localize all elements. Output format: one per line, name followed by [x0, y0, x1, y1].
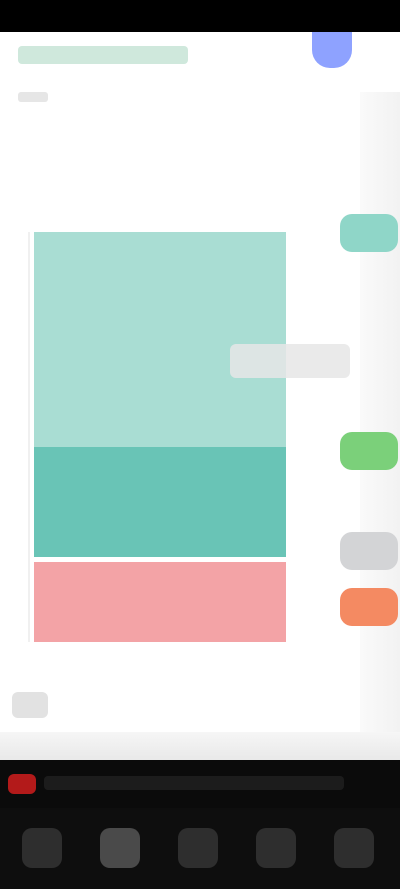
- status-bar: [0, 0, 400, 32]
- stacked-bar-chart: [34, 232, 286, 642]
- app-surface: [0, 32, 400, 760]
- chart-segment-pink[interactable]: [34, 562, 286, 642]
- bottom-left-badge[interactable]: [12, 692, 48, 718]
- chart-segment-teal[interactable]: [34, 447, 286, 557]
- legend-chip-green[interactable]: [340, 432, 398, 470]
- toolbar: [0, 760, 400, 808]
- chart-tooltip: [230, 344, 350, 378]
- nav-item-4-icon[interactable]: [256, 828, 296, 868]
- nav-item-2-icon[interactable]: [100, 828, 140, 868]
- content-footer: [0, 732, 400, 760]
- legend-chip-teal[interactable]: [340, 214, 398, 252]
- right-panel: [360, 92, 400, 752]
- chart-segment-light-teal[interactable]: [34, 232, 286, 447]
- nav-item-1-icon[interactable]: [22, 828, 62, 868]
- nav-item-3-icon[interactable]: [178, 828, 218, 868]
- bottom-nav: [0, 808, 400, 889]
- page-subtitle: [18, 92, 48, 102]
- top-action-button[interactable]: [312, 32, 352, 68]
- record-icon[interactable]: [8, 774, 36, 794]
- legend-chip-gray[interactable]: [340, 532, 398, 570]
- page-title: [18, 46, 188, 64]
- chart-axis: [28, 232, 30, 642]
- nav-item-5-icon[interactable]: [334, 828, 374, 868]
- legend-chip-orange[interactable]: [340, 588, 398, 626]
- toolbar-label: [44, 776, 344, 790]
